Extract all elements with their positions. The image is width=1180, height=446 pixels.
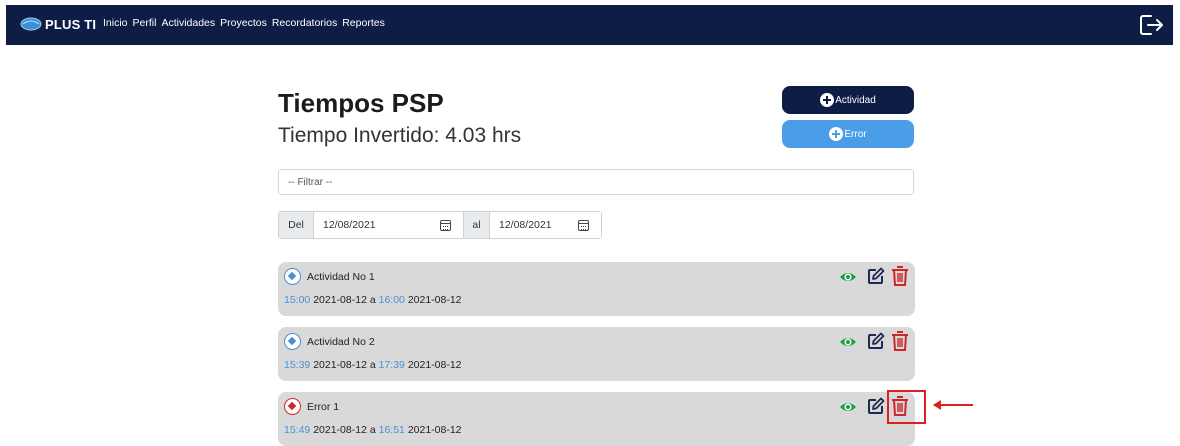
nav-menu: Inicio Perfil Actividades Proyectos Reco… <box>103 17 390 29</box>
start-time: 15:00 <box>284 294 311 306</box>
edit-icon[interactable] <box>867 267 885 285</box>
end-time: 17:39 <box>378 359 405 371</box>
card-title: Actividad No 2 <box>307 336 375 348</box>
activity-diamond-icon <box>284 268 301 285</box>
start-date: 2021-08-12 <box>313 359 367 371</box>
calendar-icon[interactable] <box>440 219 451 231</box>
range-separator: a <box>369 424 376 436</box>
highlight-box <box>887 390 926 424</box>
calendar-icon[interactable] <box>578 219 589 231</box>
to-date-value: 12/08/2021 <box>499 219 552 231</box>
plus-circle-icon <box>829 127 844 141</box>
add-activity-button[interactable]: Actividad <box>782 86 914 114</box>
top-navbar: PLUS TI Inicio Perfil Actividades Proyec… <box>6 5 1173 45</box>
nav-item-reportes[interactable]: Reportes <box>342 17 385 29</box>
from-date-value: 12/08/2021 <box>323 219 376 231</box>
edit-icon[interactable] <box>867 397 885 415</box>
filter-placeholder: -- Filtrar -- <box>288 177 333 188</box>
card-time-range: 15:49 2021-08-12 a 16:51 2021-08-12 <box>284 424 462 436</box>
eye-icon[interactable] <box>839 333 857 351</box>
trash-icon[interactable] <box>890 330 910 352</box>
edit-icon[interactable] <box>867 332 885 350</box>
from-label: Del <box>279 212 314 238</box>
activity-card: Actividad No 1 15:00 2021-08-12 a 16:00 … <box>278 262 915 316</box>
end-date: 2021-08-12 <box>407 359 462 371</box>
card-title: Actividad No 1 <box>307 271 375 283</box>
activity-diamond-icon <box>284 333 301 350</box>
arrow-left-icon <box>933 400 973 410</box>
range-separator: a <box>369 359 376 371</box>
to-label: al <box>463 212 490 238</box>
end-date: 2021-08-12 <box>407 424 462 436</box>
nav-item-proyectos[interactable]: Proyectos <box>220 17 267 29</box>
card-time-range: 15:00 2021-08-12 a 16:00 2021-08-12 <box>284 294 462 306</box>
nav-item-actividades[interactable]: Actividades <box>161 17 215 29</box>
start-date: 2021-08-12 <box>313 294 367 306</box>
end-time: 16:51 <box>378 424 405 436</box>
logout-icon[interactable] <box>1139 13 1165 37</box>
filter-select[interactable]: -- Filtrar -- <box>278 169 914 195</box>
add-activity-label: Actividad <box>835 94 876 106</box>
nav-item-inicio[interactable]: Inicio <box>103 17 128 29</box>
brand-name: PLUS TI <box>45 16 97 32</box>
activity-card: Actividad No 2 15:39 2021-08-12 a 17:39 … <box>278 327 915 381</box>
add-error-button[interactable]: Error <box>782 120 914 148</box>
eye-icon[interactable] <box>839 268 857 286</box>
nav-item-perfil[interactable]: Perfil <box>133 17 157 29</box>
trash-icon[interactable] <box>890 265 910 287</box>
to-date-input[interactable]: 12/08/2021 <box>490 212 601 238</box>
nav-item-recordatorios[interactable]: Recordatorios <box>272 17 337 29</box>
error-diamond-icon <box>284 398 301 415</box>
card-time-range: 15:39 2021-08-12 a 17:39 2021-08-12 <box>284 359 462 371</box>
card-title: Error 1 <box>307 401 340 413</box>
brand[interactable]: PLUS TI <box>20 16 96 32</box>
page-title: Tiempos PSP <box>278 88 444 118</box>
add-error-label: Error <box>844 128 867 140</box>
start-date: 2021-08-12 <box>313 424 367 436</box>
time-invested-text: Tiempo Invertido: 4.03 hrs <box>278 124 522 147</box>
range-separator: a <box>369 294 376 306</box>
end-date: 2021-08-12 <box>407 294 462 306</box>
eye-icon[interactable] <box>839 398 857 416</box>
plus-circle-icon <box>820 93 835 107</box>
end-time: 16:00 <box>378 294 405 306</box>
start-time: 15:39 <box>284 359 311 371</box>
date-range-picker: Del 12/08/2021 al 12/08/2021 <box>278 211 602 239</box>
error-card: Error 1 15:49 2021-08-12 a 16:51 2021-08… <box>278 392 915 446</box>
globe-logo-icon <box>20 17 42 31</box>
start-time: 15:49 <box>284 424 311 436</box>
from-date-input[interactable]: 12/08/2021 <box>314 212 463 238</box>
